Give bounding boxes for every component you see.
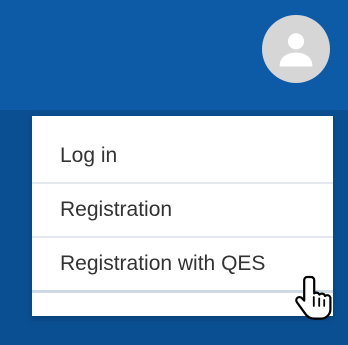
menu-item-registration-with-qes[interactable]: Registration with QES <box>32 238 333 293</box>
menu-item-registration[interactable]: Registration <box>32 184 333 238</box>
menu-item-log-in[interactable]: Log in <box>32 130 333 184</box>
user-avatar-button[interactable] <box>262 15 330 83</box>
user-dropdown-menu: Log in Registration Registration with QE… <box>32 116 333 316</box>
user-avatar-icon <box>279 33 313 67</box>
